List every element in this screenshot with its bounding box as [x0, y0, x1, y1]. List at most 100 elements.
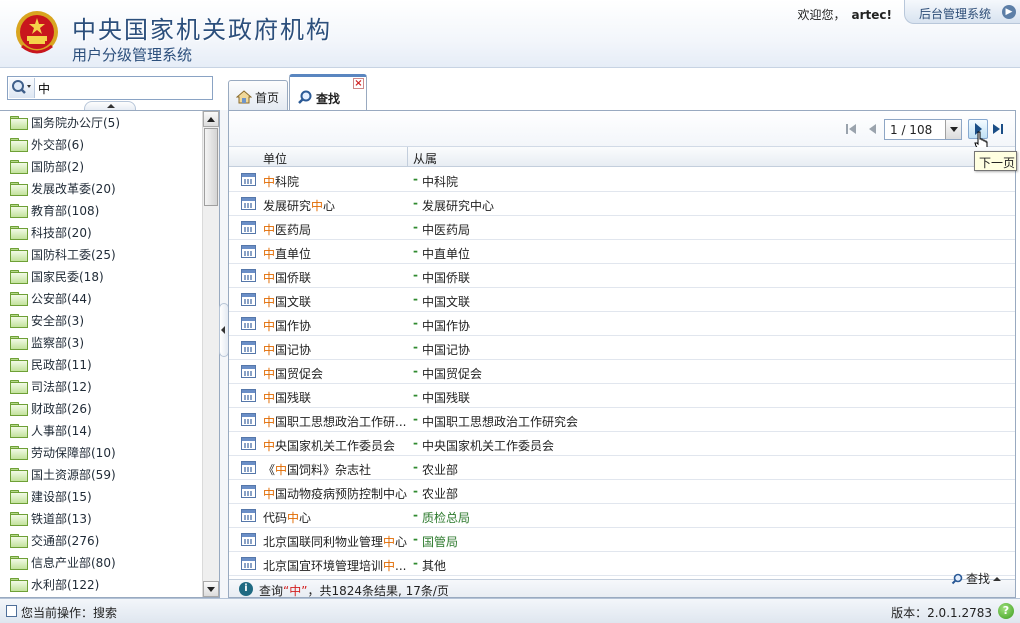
tree-item[interactable]: 科技部(20) — [0, 221, 202, 243]
table-row[interactable]: 《中国饲料》杂志社 - 农业部 — [229, 456, 1015, 480]
folder-icon — [10, 314, 28, 328]
tree-item[interactable]: 司法部(12) — [0, 375, 202, 397]
folder-icon — [10, 160, 28, 174]
first-page-icon[interactable] — [845, 122, 857, 136]
table-row[interactable]: 中医药局 - 中医药局 — [229, 216, 1015, 240]
table-row[interactable]: 中国侨联 - 中国侨联 — [229, 264, 1015, 288]
tree-item-label: 信息产业部(80) — [31, 555, 116, 570]
admin-system-button[interactable]: 后台管理系统 ▶ — [904, 0, 1020, 24]
unit-name: 中国残联 — [263, 389, 409, 406]
close-icon[interactable]: × — [353, 78, 364, 89]
tree-item[interactable]: 国土资源部(59) — [0, 463, 202, 485]
unit-name-post: 央国家机关工作委员会 — [275, 439, 396, 453]
tree-item[interactable]: 发展改革委(20) — [0, 177, 202, 199]
tree-item[interactable]: 信息产业部(80) — [0, 551, 202, 573]
tree-item[interactable]: 人事部(14) — [0, 419, 202, 441]
column-header-parent[interactable]: 从属 — [407, 147, 437, 167]
tree-item-label: 水利部(122) — [31, 577, 100, 592]
scroll-up-button[interactable] — [203, 111, 219, 127]
find-toggle-link[interactable]: 查找 — [951, 570, 1002, 587]
tree-item[interactable]: 民政部(11) — [0, 353, 202, 375]
table-row[interactable]: 中国残联 - 中国残联 — [229, 384, 1015, 408]
unit-name: 中国侨联 — [263, 269, 409, 286]
search-input[interactable] — [38, 79, 208, 97]
parent-unit: 中科院 — [422, 175, 459, 189]
tree-scrollbar[interactable] — [202, 111, 219, 597]
tree-item-label: 司法部(12) — [31, 379, 92, 394]
tree-connector: - — [413, 460, 418, 474]
tree-item[interactable]: 国家民委(18) — [0, 265, 202, 287]
result-prefix: 查询 — [259, 584, 284, 598]
tree-item[interactable]: 财政部(26) — [0, 397, 202, 419]
tree-item-label: 建设部(15) — [31, 489, 92, 504]
unit-name: 中直单位 — [263, 245, 409, 262]
table-row[interactable]: 中直单位 - 中直单位 — [229, 240, 1015, 264]
table-row[interactable]: 中国作协 - 中国作协 — [229, 312, 1015, 336]
unit-name-pre: 《 — [263, 463, 276, 477]
table-row[interactable]: 中央国家机关工作委员会 - 中央国家机关工作委员会 — [229, 432, 1015, 456]
column-header-unit[interactable]: 单位 — [263, 150, 287, 167]
tree-item-label: 安全部(3) — [31, 313, 84, 328]
tree-item-label: 人事部(14) — [31, 423, 92, 438]
tree-connector: - — [413, 292, 418, 306]
help-icon[interactable]: ? — [998, 603, 1014, 619]
chevron-down-icon[interactable] — [945, 120, 961, 139]
table-row[interactable]: 中国动物疫病预防控制中心 - 农业部 — [229, 480, 1015, 504]
parent-unit: 中央国家机关工作委员会 — [422, 439, 555, 453]
folder-icon — [10, 380, 28, 394]
unit-name-post: 国贸促会 — [275, 367, 324, 381]
tree-item[interactable]: 建设部(15) — [0, 485, 202, 507]
unit-name: 中国记协 — [263, 341, 409, 358]
tree-connector: - — [413, 556, 418, 570]
unit-name-post: 心 — [299, 511, 312, 525]
prev-page-icon[interactable] — [867, 122, 879, 136]
arrow-right-icon: ▶ — [1002, 5, 1016, 19]
table-row[interactable]: 中科院 - 中科院 — [229, 168, 1015, 192]
version-text: 版本：2.0.1.2783 — [891, 606, 992, 620]
tree-item[interactable]: 公安部(44) — [0, 287, 202, 309]
calendar-icon — [241, 533, 256, 546]
table-row[interactable]: 发展研究中心 - 发展研究中心 — [229, 192, 1015, 216]
table-row[interactable]: 北京国宜环境管理培训中... - 其他 — [229, 552, 1015, 576]
unit-name-highlight: 中 — [263, 391, 276, 405]
scroll-thumb[interactable] — [204, 128, 218, 206]
tree-item[interactable]: 外交部(6) — [0, 133, 202, 155]
national-emblem-icon — [16, 11, 58, 54]
tree-item-label: 教育部(108) — [31, 203, 100, 218]
tree-item[interactable]: 安全部(3) — [0, 309, 202, 331]
table-row[interactable]: 北京国联同利物业管理中心 - 国管局 — [229, 528, 1015, 552]
calendar-icon — [241, 485, 256, 498]
tree-item[interactable]: 国防科工委(25) — [0, 243, 202, 265]
tree-item[interactable]: 水利部(122) — [0, 573, 202, 595]
unit-name-pre: 北京国联同利物业管理 — [263, 535, 384, 549]
tree-item[interactable]: 国务院办公厅(5) — [0, 111, 202, 133]
table-row[interactable]: 中国文联 - 中国文联 — [229, 288, 1015, 312]
tab-home[interactable]: 首页 — [228, 80, 288, 110]
tree-item[interactable]: 监察部(3) — [0, 331, 202, 353]
tree-item[interactable]: 铁道部(13) — [0, 507, 202, 529]
tree-connector: - — [413, 268, 418, 282]
tree-item[interactable]: 交通部(276) — [0, 529, 202, 551]
department-tree: 国务院办公厅(5) 外交部(6) 国防部(2) 发展改革委(20) 教育部(108) 科技… — [0, 111, 202, 595]
unit-name: 中医药局 — [263, 221, 409, 238]
table-row[interactable]: 中国记协 - 中国记协 — [229, 336, 1015, 360]
tree-item-label: 国务院办公厅(5) — [31, 115, 120, 130]
scroll-down-button[interactable] — [203, 581, 219, 597]
page-select[interactable]: 1 / 108 — [884, 119, 962, 140]
unit-name: 代码中心 — [263, 509, 409, 526]
search-icon[interactable] — [9, 78, 35, 98]
parent-unit: 中国文联 — [422, 295, 471, 309]
unit-name: 中国作协 — [263, 317, 409, 334]
unit-name-highlight: 中 — [263, 487, 276, 501]
last-page-icon[interactable] — [992, 122, 1004, 136]
tab-home-label: 首页 — [255, 91, 280, 105]
tree-item[interactable]: 教育部(108) — [0, 199, 202, 221]
calendar-icon — [241, 557, 256, 570]
table-row[interactable]: 代码中心 - 质检总局 — [229, 504, 1015, 528]
tab-find[interactable]: 查找 × — [289, 74, 367, 110]
tree-item[interactable]: 国防部(2) — [0, 155, 202, 177]
table-row[interactable]: 中国职工思想政治工作研... - 中国职工思想政治工作研究会 — [229, 408, 1015, 432]
table-row[interactable]: 中国贸促会 - 中国贸促会 — [229, 360, 1015, 384]
unit-name-pre: 代码 — [263, 511, 288, 525]
tree-item[interactable]: 劳动保障部(10) — [0, 441, 202, 463]
